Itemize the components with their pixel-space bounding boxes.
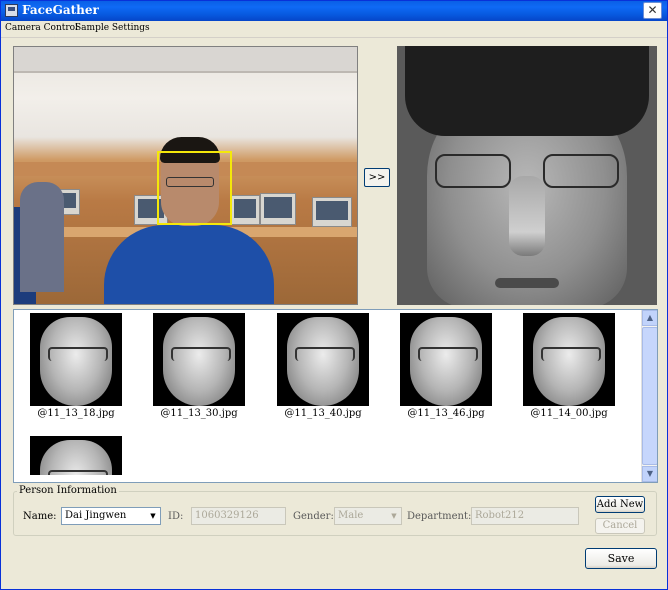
sample-image [400, 313, 492, 406]
gender-combobox[interactable]: Male ▼ [334, 507, 402, 525]
menu-bar: Camera Control Sample Settings [1, 21, 667, 38]
scrollbar-thumb[interactable] [642, 327, 657, 465]
scroll-up-icon: ▲ [646, 313, 654, 322]
sample-image [30, 313, 122, 406]
subject-body [104, 225, 274, 304]
name-label: Name: [23, 511, 57, 522]
app-icon [5, 4, 18, 17]
sample-image [30, 436, 122, 475]
id-label: ID: [168, 511, 184, 522]
scroll-down-icon: ▼ [646, 469, 654, 478]
sample-filename: @11_14_00.jpg [530, 408, 608, 419]
department-value: Robot212 [475, 510, 525, 521]
sample-gallery[interactable]: @11_13_18.jpg @11_13_30.jpg @11_13_40.jp… [13, 309, 658, 483]
sample-image [277, 313, 369, 406]
scroll-down-button[interactable]: ▼ [642, 466, 657, 482]
chevron-down-icon[interactable]: ▼ [146, 508, 160, 524]
save-button[interactable]: Save [585, 548, 657, 569]
sample-thumbnail[interactable]: @11_13_40.jpg [276, 313, 370, 419]
facegather-window: FaceGather ✕ Camera Control Sample Setti… [0, 0, 668, 590]
capture-face-button[interactable]: >> [364, 168, 390, 187]
id-value: 1060329126 [195, 510, 259, 521]
name-value: Dai Jingwen [65, 510, 127, 521]
chevron-down-icon[interactable]: ▼ [387, 508, 401, 524]
gender-value: Male [338, 510, 364, 521]
sample-filename: @11_13_30.jpg [160, 408, 238, 419]
sample-filename: @11_13_46.jpg [407, 408, 485, 419]
person-information-legend: Person Information [17, 485, 119, 496]
face-detection-box [157, 151, 232, 225]
menu-sample-settings[interactable]: Sample Settings [75, 23, 150, 33]
window-title: FaceGather [22, 3, 99, 17]
sample-thumbnail[interactable]: @11_13_18.jpg [29, 313, 123, 419]
department-field[interactable]: Robot212 [471, 507, 579, 525]
title-bar[interactable]: FaceGather ✕ [1, 1, 667, 21]
cropped-face-preview [397, 46, 657, 305]
gallery-scrollbar[interactable]: ▲ ▼ [641, 310, 657, 482]
sample-thumbnail[interactable]: @11_13_30.jpg [152, 313, 246, 419]
sample-thumbnail[interactable]: @11_14_00.jpg [522, 313, 616, 419]
sample-filename: @11_13_40.jpg [284, 408, 362, 419]
camera-preview [13, 46, 358, 305]
close-button[interactable]: ✕ [643, 2, 662, 19]
scroll-up-button[interactable]: ▲ [642, 310, 657, 326]
sample-image [523, 313, 615, 406]
sample-image [153, 313, 245, 406]
sample-thumbnail[interactable]: @11_13_46.jpg [399, 313, 493, 419]
department-label: Department: [407, 511, 472, 522]
cancel-button[interactable]: Cancel [595, 518, 645, 534]
add-new-button[interactable]: Add New [595, 496, 645, 513]
sample-filename: @11_13_18.jpg [37, 408, 115, 419]
menu-camera-control[interactable]: Camera Control [5, 23, 78, 33]
close-icon: ✕ [647, 3, 658, 17]
gender-label: Gender: [293, 511, 334, 522]
sample-thumbnail[interactable] [29, 436, 123, 477]
name-combobox[interactable]: Dai Jingwen ▼ [61, 507, 161, 525]
id-field[interactable]: 1060329126 [191, 507, 286, 525]
